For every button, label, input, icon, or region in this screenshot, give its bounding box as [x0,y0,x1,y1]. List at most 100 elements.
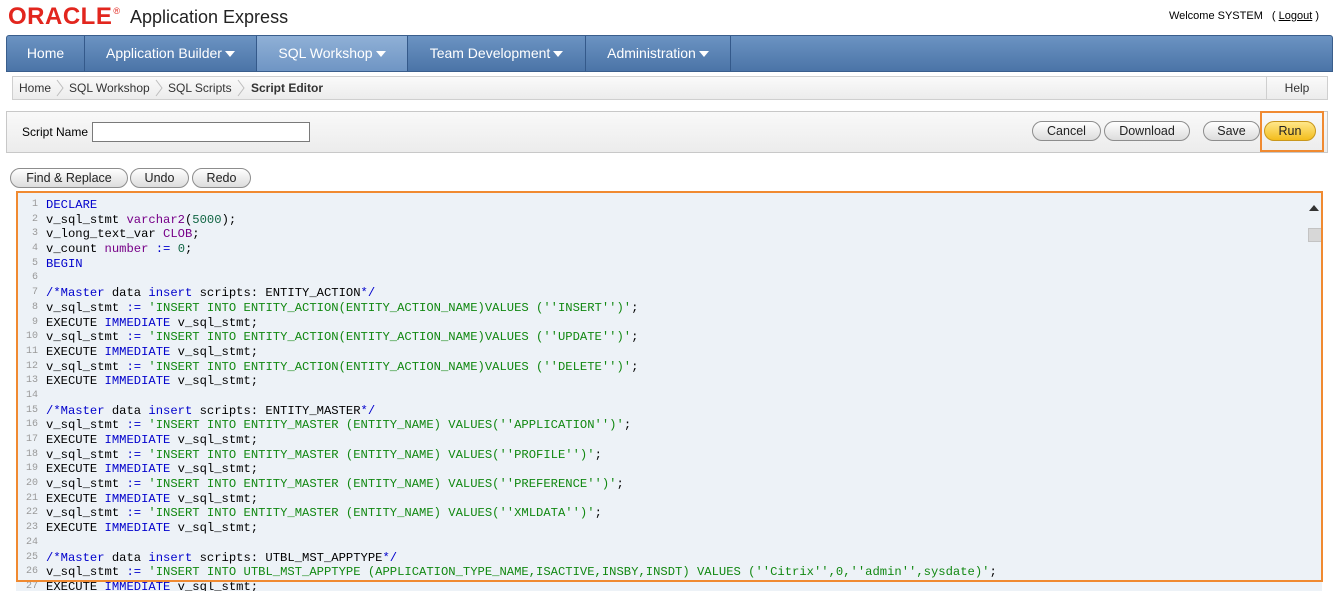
scrollbar-thumb[interactable] [1308,228,1322,242]
code-text[interactable]: v_sql_stmt := 'INSERT INTO ENTITY_MASTER… [46,477,624,492]
tab-application-builder[interactable]: Application Builder [85,36,257,71]
code-line[interactable]: 5 BEGIN [16,257,1312,272]
chevron-down-icon[interactable] [698,51,709,58]
logout-link[interactable]: Logout [1279,10,1313,22]
code-line[interactable]: 13 EXECUTE IMMEDIATE v_sql_stmt; [16,374,1312,389]
code-line[interactable]: 19 EXECUTE IMMEDIATE v_sql_stmt; [16,462,1312,477]
line-number: 19 [25,463,38,475]
code-text[interactable]: v_sql_stmt := 'INSERT INTO UTBL_MST_APPT… [46,565,997,580]
code-line[interactable]: 10 v_sql_stmt := 'INSERT INTO ENTITY_ACTI… [16,330,1312,345]
code-text[interactable]: EXECUTE IMMEDIATE v_sql_stmt; [46,521,258,536]
tab-sql-workshop[interactable]: SQL Workshop [257,36,408,71]
chevron-down-icon[interactable] [375,51,386,58]
redo-button[interactable]: Redo [192,168,251,188]
line-number: 5 [31,257,38,269]
code-line[interactable]: 4 v_count number := 0; [16,242,1312,257]
code-text[interactable]: v_sql_stmt := 'INSERT INTO ENTITY_ACTION… [46,301,638,316]
editor-scrollbar[interactable] [1308,201,1322,581]
line-number: 6 [31,272,38,284]
line-number: 12 [25,360,38,372]
tab-team-development-label: Team Development [429,45,551,61]
code-text[interactable]: /*Master data insert scripts: ENTITY_ACT… [46,286,375,301]
code-line[interactable]: 22 v_sql_stmt := 'INSERT INTO ENTITY_MAST… [16,506,1312,521]
code-line[interactable]: 2 v_sql_stmt varchar2(5000); [16,213,1312,228]
line-number: 24 [25,536,38,548]
code-text[interactable]: EXECUTE IMMEDIATE v_sql_stmt; [46,433,258,448]
code-text[interactable]: v_sql_stmt := 'INSERT INTO ENTITY_MASTER… [46,506,602,521]
tab-home[interactable]: Home [7,36,85,71]
code-line[interactable]: 25 /*Master data insert scripts: UTBL_MST… [16,551,1312,566]
line-number: 20 [25,478,38,490]
tab-team-development[interactable]: Team Development [408,36,586,71]
code-line[interactable]: 3 v_long_text_var CLOB; [16,227,1312,242]
code-line[interactable]: 8 v_sql_stmt := 'INSERT INTO ENTITY_ACTIO… [16,301,1312,316]
cancel-button[interactable]: Cancel [1032,121,1101,141]
breadcrumb-home[interactable]: Home [19,81,51,95]
code-text[interactable]: v_sql_stmt := 'INSERT INTO ENTITY_MASTER… [46,418,631,433]
code-text[interactable]: v_sql_stmt varchar2(5000); [46,213,236,228]
breadcrumb-separator-icon [56,79,64,97]
welcome-area: Welcome SYSTEM ( Logout ) [1169,10,1319,22]
code-line[interactable]: 7 /*Master data insert scripts: ENTITY_AC… [16,286,1312,301]
tab-administration[interactable]: Administration [586,36,731,71]
oracle-logo-text: ORACLE [8,3,113,30]
code-text[interactable]: /*Master data insert scripts: UTBL_MST_A… [46,551,397,566]
code-text[interactable]: BEGIN [46,257,83,272]
code-line[interactable]: 17 EXECUTE IMMEDIATE v_sql_stmt; [16,433,1312,448]
code-text[interactable]: v_count number := 0; [46,242,192,257]
line-number: 23 [25,522,38,534]
code-text[interactable]: EXECUTE IMMEDIATE v_sql_stmt; [46,492,258,507]
code-text[interactable]: /*Master data insert scripts: ENTITY_MAS… [46,404,375,419]
code-line[interactable]: 1 DECLARE [16,198,1312,213]
code-text[interactable]: v_sql_stmt := 'INSERT INTO ENTITY_MASTER… [46,448,602,463]
code-line[interactable]: 6 [16,271,1312,286]
code-line[interactable]: 23 EXECUTE IMMEDIATE v_sql_stmt; [16,521,1312,536]
save-button[interactable]: Save [1203,121,1260,141]
code-line[interactable]: 20 v_sql_stmt := 'INSERT INTO ENTITY_MAST… [16,477,1312,492]
code-text[interactable]: EXECUTE IMMEDIATE v_sql_stmt; [46,462,258,477]
code-text[interactable]: v_long_text_var CLOB; [46,227,200,242]
scroll-up-arrow-icon[interactable] [1309,205,1319,211]
code-line[interactable]: 9 EXECUTE IMMEDIATE v_sql_stmt; [16,316,1312,331]
code-text[interactable]: EXECUTE IMMEDIATE v_sql_stmt; [46,316,258,331]
find-replace-button[interactable]: Find & Replace [10,168,128,188]
code-text[interactable]: v_sql_stmt := 'INSERT INTO ENTITY_ACTION… [46,360,638,375]
code-line[interactable]: 16 v_sql_stmt := 'INSERT INTO ENTITY_MAST… [16,418,1312,433]
code-editor[interactable]: 1 DECLARE 2 v_sql_stmt varchar2(5000); 3 v_lo… [16,191,1322,591]
download-button[interactable]: Download [1104,121,1190,141]
line-number: 4 [31,243,38,255]
script-name-bar: Script Name Cancel Download Save Run [6,111,1328,153]
line-number: 14 [25,389,38,401]
code-line[interactable]: 18 v_sql_stmt := 'INSERT INTO ENTITY_MAST… [16,448,1312,463]
tab-application-builder-label: Application Builder [106,45,222,61]
code-lines[interactable]: 1 DECLARE 2 v_sql_stmt varchar2(5000); 3 v_lo… [16,198,1312,591]
line-number: 15 [25,404,38,416]
undo-button[interactable]: Undo [130,168,189,188]
code-line[interactable]: 27 EXECUTE IMMEDIATE v_sql_stmt; [16,580,1312,591]
code-text[interactable]: DECLARE [46,198,97,213]
line-number: 17 [25,434,38,445]
help-link[interactable]: Help [1266,77,1327,99]
registered-mark: ® [113,6,120,16]
code-line[interactable]: 12 v_sql_stmt := 'INSERT INTO ENTITY_ACTI… [16,360,1312,375]
code-text[interactable]: EXECUTE IMMEDIATE v_sql_stmt; [46,374,258,389]
breadcrumb-sql-workshop[interactable]: SQL Workshop [69,81,150,95]
code-line[interactable]: 21 EXECUTE IMMEDIATE v_sql_stmt; [16,492,1312,507]
code-line[interactable]: 14 [16,389,1312,404]
tab-administration-label: Administration [607,45,696,61]
code-line[interactable]: 26 v_sql_stmt := 'INSERT INTO UTBL_MST_AP… [16,565,1312,580]
breadcrumb-sql-scripts[interactable]: SQL Scripts [168,81,232,95]
code-line[interactable]: 24 [16,536,1312,551]
chevron-down-icon[interactable] [553,51,564,58]
chevron-down-icon[interactable] [224,51,235,58]
code-line[interactable]: 11 EXECUTE IMMEDIATE v_sql_stmt; [16,345,1312,360]
breadcrumb-separator-icon [155,79,163,97]
code-text[interactable]: EXECUTE IMMEDIATE v_sql_stmt; [46,580,258,591]
script-name-input[interactable] [92,122,310,142]
code-text[interactable]: EXECUTE IMMEDIATE v_sql_stmt; [46,345,258,360]
line-number: 25 [25,551,38,563]
code-line[interactable]: 15 /*Master data insert scripts: ENTITY_M… [16,404,1312,419]
breadcrumb-script-editor: Script Editor [251,81,324,95]
breadcrumb-separator-icon [237,79,245,97]
code-text[interactable]: v_sql_stmt := 'INSERT INTO ENTITY_ACTION… [46,330,638,345]
